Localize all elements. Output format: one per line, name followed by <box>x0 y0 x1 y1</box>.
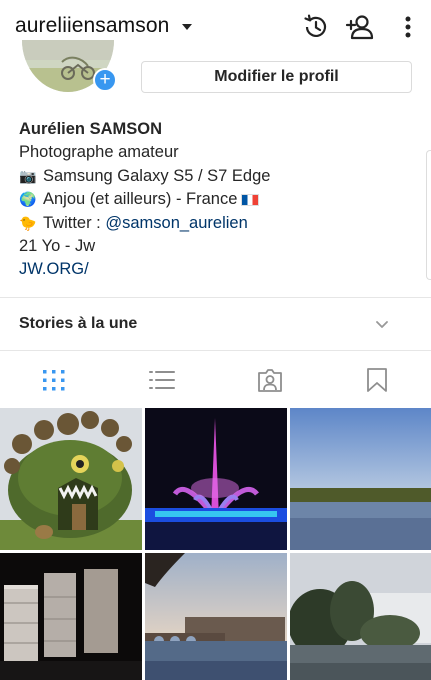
tagged-user-icon[interactable] <box>256 366 284 394</box>
posts-grid <box>0 408 431 680</box>
bio-line-devices-text: Samsung Galaxy S5 / S7 Edge <box>43 166 271 185</box>
globe-emoji-icon: 🌍 <box>19 191 37 208</box>
post-thumbnail-bridge[interactable] <box>145 553 287 680</box>
post-thumbnail-fountain[interactable] <box>145 408 287 550</box>
bio-line-twitter-prefix: Twitter : <box>43 213 106 232</box>
post-thumbnail-river[interactable] <box>290 408 431 550</box>
divider-top <box>0 297 431 298</box>
more-options-icon[interactable] <box>393 12 423 42</box>
bio-line-age: 21 Yo - Jw <box>19 237 96 256</box>
grid-icon[interactable] <box>40 366 68 394</box>
bio-section: Aurélien SAMSON Photographe amateur 📷 Sam… <box>19 118 419 282</box>
chevron-down-icon[interactable] <box>374 318 390 330</box>
bio-line-devices: 📷 Samsung Galaxy S5 / S7 Edge <box>19 165 419 188</box>
edit-profile-button[interactable]: Modifier le profil <box>141 61 412 93</box>
twitter-mention-link[interactable]: @samson_aurelien <box>105 214 247 232</box>
france-flag-icon <box>241 194 260 207</box>
archive-history-icon[interactable] <box>301 12 331 42</box>
website-link[interactable]: JW.ORG/ <box>19 258 419 281</box>
full-name: Aurélien SAMSON <box>19 120 163 138</box>
username-title[interactable]: aureliiensamson <box>15 14 169 38</box>
post-thumbnail-topiary[interactable] <box>0 408 142 550</box>
list-icon[interactable] <box>148 366 176 394</box>
discover-people-icon[interactable] <box>345 12 375 42</box>
post-thumbnail-castle[interactable] <box>0 553 142 680</box>
stories-highlights-title[interactable]: Stories à la une <box>19 315 137 333</box>
bio-line-occupation: Photographe amateur <box>19 143 179 162</box>
add-story-button[interactable]: + <box>93 68 117 92</box>
bookmark-icon[interactable] <box>363 366 391 394</box>
bio-line-twitter: 🐤 Twitter : @samson_aurelien <box>19 212 419 235</box>
chick-emoji-icon: 🐤 <box>19 214 37 231</box>
account-switcher-caret-icon[interactable] <box>182 24 192 30</box>
bio-line-location-text: Anjou (et ailleurs) - France <box>43 190 238 209</box>
divider-stories <box>0 350 431 351</box>
post-thumbnail-trees[interactable] <box>290 553 431 680</box>
scroll-indicator <box>426 150 431 280</box>
profile-tabs <box>0 352 431 408</box>
camera-emoji-icon: 📷 <box>19 167 37 184</box>
bio-line-location: 🌍 Anjou (et ailleurs) - France <box>19 188 419 211</box>
